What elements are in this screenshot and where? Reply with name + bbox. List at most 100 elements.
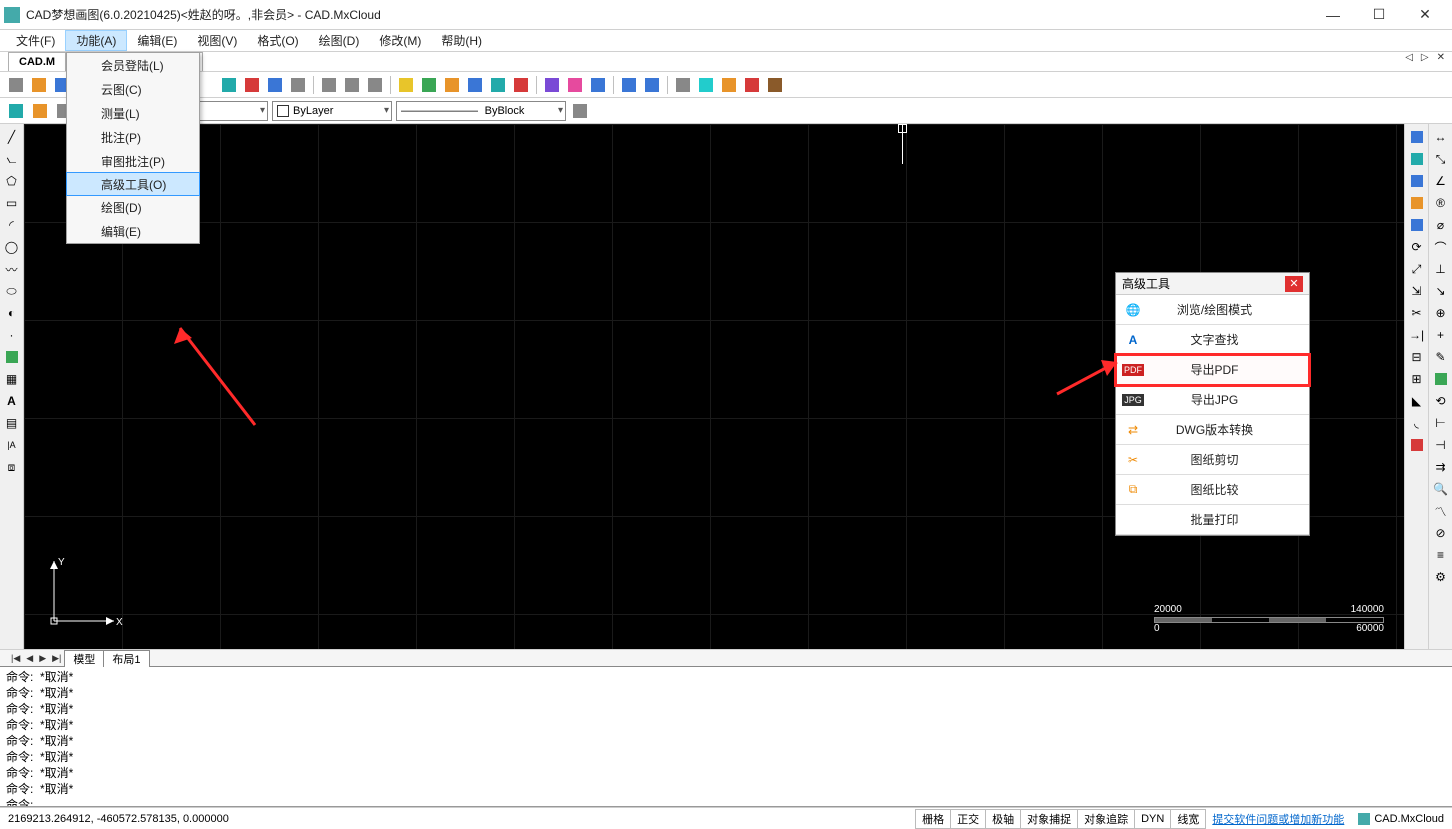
globe-button[interactable] <box>696 75 716 95</box>
join-tool[interactable]: ⊞ <box>1408 370 1426 388</box>
polygon-tool[interactable]: ⬠ <box>3 172 21 190</box>
measure-button[interactable] <box>242 75 262 95</box>
settings-button[interactable] <box>719 75 739 95</box>
draw-tool-4[interactable] <box>465 75 485 95</box>
layer-tool-2[interactable] <box>565 75 585 95</box>
rectangle-tool[interactable]: ▭ <box>3 194 21 212</box>
open-file-button[interactable] <box>29 75 49 95</box>
dim-radius-tool[interactable]: ® <box>1432 194 1450 212</box>
dropdown-edit[interactable]: 编辑(E) <box>67 219 199 243</box>
status-dyn-toggle[interactable]: DYN <box>1134 809 1171 829</box>
dropdown-annotate[interactable]: 批注(P) <box>67 125 199 149</box>
minimize-button[interactable]: — <box>1310 0 1356 30</box>
panel-item-dwg-convert[interactable]: ⇄ DWG版本转换 <box>1116 415 1309 445</box>
scale-tool[interactable]: ⤢ <box>1408 260 1426 278</box>
menu-file[interactable]: 文件(F) <box>6 30 65 51</box>
maximize-button[interactable]: ☐ <box>1356 0 1402 30</box>
layout-tab-model[interactable]: 模型 <box>64 650 104 667</box>
move-tool[interactable] <box>1408 216 1426 234</box>
layer-manager-button[interactable] <box>6 101 26 121</box>
table-tool[interactable]: ▤ <box>3 414 21 432</box>
dim-ordinate-tool[interactable]: ⊥ <box>1432 260 1450 278</box>
leader-tool[interactable]: ↘ <box>1432 282 1450 300</box>
line-tool[interactable]: ╱ <box>3 128 21 146</box>
inspect-tool[interactable]: 🔍 <box>1432 480 1450 498</box>
arc-tool[interactable]: ◜ <box>3 216 21 234</box>
layer-tool-1[interactable] <box>542 75 562 95</box>
export-pdf-button[interactable] <box>742 75 762 95</box>
pan-button[interactable] <box>365 75 385 95</box>
panel-item-browse[interactable]: 🌐 浏览/绘图模式 <box>1116 295 1309 325</box>
block-insert-tool[interactable] <box>3 348 21 366</box>
status-polar-toggle[interactable]: 极轴 <box>985 809 1021 829</box>
status-lweight-toggle[interactable]: 线宽 <box>1170 809 1206 829</box>
dropdown-login[interactable]: 会员登陆(L) <box>67 53 199 77</box>
status-ortho-toggle[interactable]: 正交 <box>950 809 986 829</box>
tab-prev-icon[interactable]: ◁ <box>1402 52 1416 63</box>
layout-last-icon[interactable]: ▶| <box>49 653 64 664</box>
zoom-window-button[interactable] <box>342 75 362 95</box>
menu-modify[interactable]: 修改(M) <box>369 30 431 51</box>
linetype-combo[interactable]: ——————— ByBlock ▾ <box>396 101 566 121</box>
dim-aligned-tool[interactable]: ⤡ <box>1432 150 1450 168</box>
rotate-tool[interactable]: ⟳ <box>1408 238 1426 256</box>
panel-item-batch-print[interactable]: 批量打印 <box>1116 505 1309 535</box>
dropdown-advanced-tools[interactable]: 高级工具(O) <box>66 172 200 196</box>
trim-tool[interactable]: ✂ <box>1408 304 1426 322</box>
draw-tool-1[interactable] <box>396 75 416 95</box>
angle-button[interactable] <box>265 75 285 95</box>
layer-state-button[interactable] <box>30 101 50 121</box>
ellipse-arc-tool[interactable]: ◐ <box>3 304 21 322</box>
dim-continue-tool[interactable]: ⊣ <box>1432 436 1450 454</box>
quick-dim-tool[interactable]: ⇉ <box>1432 458 1450 476</box>
tolerance-tool[interactable]: ⊕ <box>1432 304 1450 322</box>
panel-item-export-pdf[interactable]: PDF 导出PDF <box>1116 355 1309 385</box>
dim-diameter-tool[interactable]: ⌀ <box>1432 216 1450 234</box>
doc-tab-1[interactable]: CAD.M <box>8 52 66 71</box>
menu-help[interactable]: 帮助(H) <box>431 30 492 51</box>
ellipse-tool[interactable]: ⬭ <box>3 282 21 300</box>
circle-tool[interactable]: ◯ <box>3 238 21 256</box>
spline-tool[interactable]: 〰 <box>3 260 21 278</box>
tab-close-icon[interactable]: ✕ <box>1434 52 1448 63</box>
panel-header[interactable]: 高级工具 ✕ <box>1116 273 1309 295</box>
explode-tool[interactable] <box>1408 436 1426 454</box>
dim-break-tool[interactable]: ⊘ <box>1432 524 1450 542</box>
fillet-tool[interactable]: ◟ <box>1408 414 1426 432</box>
dropdown-review[interactable]: 审图批注(P) <box>67 149 199 173</box>
redo-button[interactable] <box>642 75 662 95</box>
dim-space-tool[interactable]: ≡ <box>1432 546 1450 564</box>
dim-angular-tool[interactable]: ∠ <box>1432 172 1450 190</box>
zoom-extent-button[interactable] <box>288 75 308 95</box>
color-combo[interactable]: ByLayer ▾ <box>272 101 392 121</box>
close-button[interactable]: ✕ <box>1402 0 1448 30</box>
dropdown-draw[interactable]: 绘图(D) <box>67 195 199 219</box>
status-otrack-toggle[interactable]: 对象追踪 <box>1077 809 1135 829</box>
menu-format[interactable]: 格式(O) <box>247 30 308 51</box>
dim-update-tool[interactable]: ⟲ <box>1432 392 1450 410</box>
tab-next-icon[interactable]: ▷ <box>1418 52 1432 63</box>
region-tool[interactable]: ⧈ <box>3 458 21 476</box>
extend-tool[interactable]: →| <box>1408 326 1426 344</box>
status-osnap-toggle[interactable]: 对象捕捉 <box>1020 809 1078 829</box>
dim-style-tool[interactable] <box>1432 370 1450 388</box>
offset-tool[interactable] <box>1408 172 1426 190</box>
polyline-tool[interactable]: ⦦ <box>3 150 21 168</box>
panel-item-compare[interactable]: ⧉ 图纸比较 <box>1116 475 1309 505</box>
menu-function[interactable]: 功能(A) <box>65 30 127 51</box>
draw-tool-3[interactable] <box>442 75 462 95</box>
dim-override-tool[interactable]: ⚙ <box>1432 568 1450 586</box>
zoom-in-button[interactable] <box>319 75 339 95</box>
export-button[interactable] <box>765 75 785 95</box>
jog-tool[interactable]: 〽 <box>1432 502 1450 520</box>
dim-edit-tool[interactable]: ✎ <box>1432 348 1450 366</box>
copy-tool[interactable] <box>1408 128 1426 146</box>
command-log[interactable]: 命令: *取消* 命令: *取消* 命令: *取消* 命令: *取消* 命令: … <box>0 667 1452 807</box>
draw-tool-5[interactable] <box>488 75 508 95</box>
hatch-tool[interactable]: ▦ <box>3 370 21 388</box>
undo-button[interactable] <box>619 75 639 95</box>
brush-button[interactable] <box>570 101 590 121</box>
feedback-link[interactable]: 提交软件问题或增加新功能 <box>1206 811 1350 827</box>
layout-next-icon[interactable]: ▶ <box>36 653 49 664</box>
panel-close-button[interactable]: ✕ <box>1285 276 1303 292</box>
